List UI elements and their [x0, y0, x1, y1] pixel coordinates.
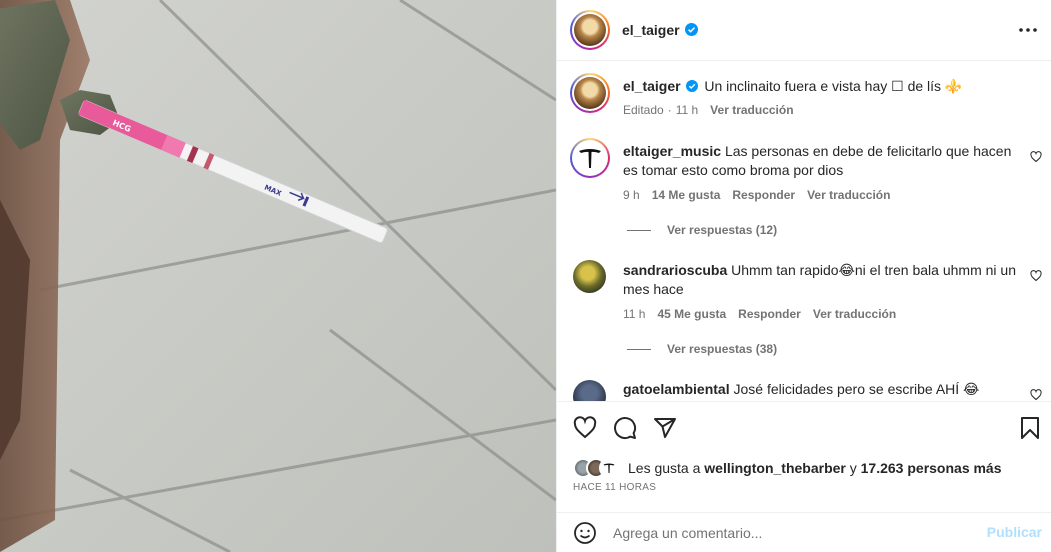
reply-button[interactable]: Responder	[738, 307, 801, 321]
comment-text-block: sandrarioscuba Uhmm tan rapido😂ni el tre…	[623, 261, 1023, 299]
comment-meta: 9 h 14 Me gusta Responder Ver traducción	[623, 188, 890, 202]
likes-summary[interactable]: Les gusta a wellington_thebarber y 17.26…	[573, 458, 1002, 478]
caption-username[interactable]: el_taiger	[623, 78, 681, 94]
author-avatar[interactable]	[570, 10, 610, 50]
liker-username[interactable]: wellington_thebarber	[704, 460, 846, 476]
caption-time: 11 h	[675, 103, 699, 117]
comment-likes[interactable]: 45 Me gusta	[657, 307, 726, 321]
replies-divider	[627, 348, 651, 350]
view-replies-label[interactable]: Ver respuestas (38)	[667, 342, 777, 356]
likes-count[interactable]: 17.263 personas más	[861, 460, 1002, 476]
comment-bubble-icon[interactable]	[613, 416, 637, 440]
bookmark-icon[interactable]	[1018, 416, 1042, 440]
more-options-icon[interactable]	[1018, 20, 1038, 40]
replies-divider	[627, 229, 651, 231]
comments-list[interactable]: el_taiger Un inclinaito fuera e vista ha…	[557, 61, 1051, 401]
post-viewer: HCG MAX el_taiger el_taiger Un inclinait…	[0, 0, 1051, 552]
reply-button[interactable]: Responder	[732, 188, 795, 202]
comment-time: 9 h	[623, 188, 640, 202]
separator-dot: ·	[667, 103, 672, 117]
liker-avatar	[599, 458, 619, 478]
author-username[interactable]: el_taiger	[622, 22, 680, 38]
comment-avatar[interactable]	[573, 260, 606, 293]
view-replies-button[interactable]: Ver respuestas (38)	[627, 342, 777, 356]
comment-text: José felicidades pero se escribe AHÍ 😂	[733, 381, 980, 397]
caption-text: Un inclinaito fuera e vista hay ☐ de lís…	[704, 78, 963, 94]
edited-label: Editado	[623, 103, 664, 117]
comment-username[interactable]: gatoelambiental	[623, 381, 730, 397]
post-time[interactable]: HACE 11 HORAS	[573, 482, 656, 493]
t-logo-icon	[603, 463, 615, 473]
translate-link[interactable]: Ver traducción	[813, 307, 896, 321]
photo-pregnancy-test: HCG MAX	[0, 0, 556, 552]
heart-icon[interactable]	[573, 416, 597, 440]
publish-button[interactable]: Publicar	[987, 524, 1042, 540]
comment-input[interactable]	[613, 523, 973, 543]
caption: el_taiger Un inclinaito fuera e vista ha…	[623, 77, 1023, 96]
view-replies-button[interactable]: Ver respuestas (12)	[627, 223, 777, 237]
post-details-panel: el_taiger el_taiger Un inclinaito fuera …	[556, 0, 1051, 552]
verified-badge-icon	[685, 23, 698, 36]
comment-text-block: gatoelambiental José felicidades pero se…	[623, 380, 1023, 399]
t-logo-icon	[579, 149, 601, 168]
comment-avatar[interactable]	[573, 380, 606, 401]
caption-translate-link[interactable]: Ver traducción	[710, 103, 793, 117]
add-comment-bar: Publicar	[557, 512, 1051, 552]
comment-time: 11 h	[623, 307, 646, 321]
likes-conj: y	[849, 460, 857, 476]
comment-avatar[interactable]	[570, 138, 610, 178]
comment-like-heart-icon[interactable]	[1030, 270, 1042, 282]
post-header: el_taiger	[557, 0, 1051, 61]
verified-badge-icon	[686, 80, 699, 92]
caption-author-avatar[interactable]	[570, 73, 610, 113]
comment-text-block: eltaiger_music Las personas en debe de f…	[623, 142, 1023, 180]
comment-likes[interactable]: 14 Me gusta	[652, 188, 721, 202]
post-image[interactable]: HCG MAX	[0, 0, 556, 552]
emoji-icon[interactable]	[573, 521, 597, 545]
send-icon[interactable]	[653, 416, 677, 440]
comment-like-heart-icon[interactable]	[1030, 389, 1042, 401]
translate-link[interactable]: Ver traducción	[807, 188, 890, 202]
view-replies-label[interactable]: Ver respuestas (12)	[667, 223, 777, 237]
comment-like-heart-icon[interactable]	[1030, 151, 1042, 163]
comment-username[interactable]: eltaiger_music	[623, 143, 721, 159]
likes-text: Les gusta a wellington_thebarber y 17.26…	[628, 460, 1002, 476]
post-actions: Les gusta a wellington_thebarber y 17.26…	[557, 401, 1051, 552]
comment-meta: 11 h 45 Me gusta Responder Ver traducció…	[623, 307, 896, 321]
caption-meta: Editado · 11 h Ver traducción	[623, 103, 794, 117]
likes-prefix: Les gusta a	[628, 460, 701, 476]
comment-username[interactable]: sandrarioscuba	[623, 262, 727, 278]
